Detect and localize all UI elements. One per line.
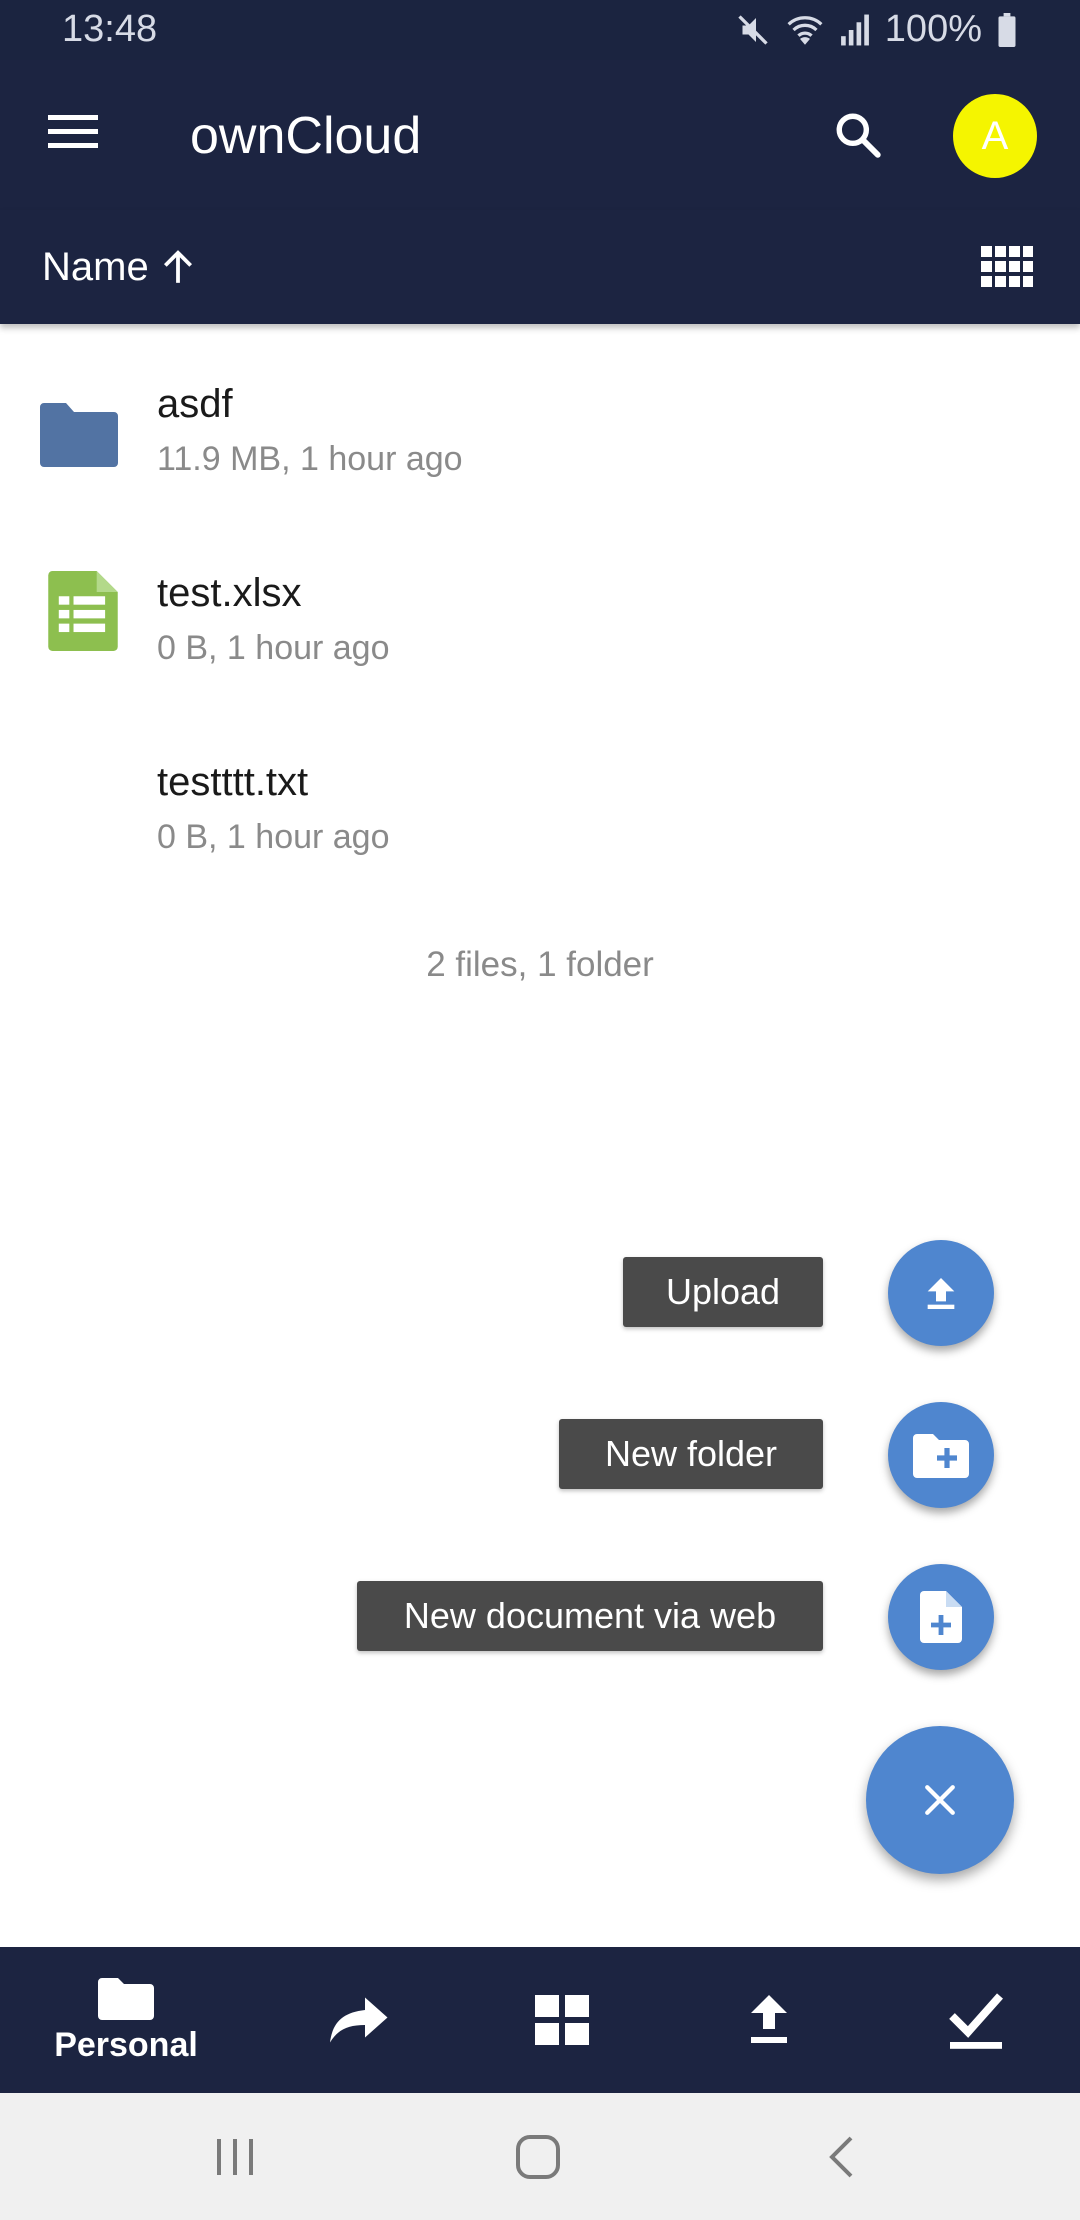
- app-title: ownCloud: [190, 107, 422, 165]
- dashboard-icon: [535, 1995, 589, 2045]
- home-button[interactable]: [478, 2093, 598, 2220]
- nav-available-offline[interactable]: [916, 1947, 1036, 2093]
- new-folder-label[interactable]: New folder: [559, 1419, 823, 1489]
- file-name: testttt.txt: [157, 760, 309, 804]
- bottom-nav: Personal: [0, 1947, 1080, 2093]
- file-meta: 11.9 MB, 1 hour ago: [157, 440, 463, 478]
- file-name: test.xlsx: [157, 571, 302, 615]
- wifi-icon: [785, 12, 825, 48]
- search-icon: [836, 113, 881, 158]
- system-nav-bar: [0, 2093, 1080, 2220]
- new-folder-button[interactable]: [888, 1402, 994, 1508]
- close-icon: [925, 1785, 955, 1815]
- file-meta: 0 B, 1 hour ago: [157, 818, 390, 856]
- share-icon: [330, 1997, 388, 2043]
- avatar[interactable]: A: [953, 94, 1037, 178]
- new-document-label[interactable]: New document via web: [357, 1581, 823, 1651]
- app-bar: ownCloud A: [0, 60, 1080, 210]
- file-name: asdf: [157, 382, 233, 426]
- signal-icon: [839, 13, 871, 47]
- menu-button[interactable]: [42, 100, 106, 164]
- folder-icon: [98, 1977, 154, 2020]
- back-button[interactable]: [781, 2093, 901, 2220]
- status-time: 13:48: [62, 8, 158, 50]
- new-document-button[interactable]: [888, 1564, 994, 1670]
- mute-icon: [735, 12, 771, 48]
- folder-icon: [40, 403, 118, 467]
- nav-spaces[interactable]: [502, 1947, 622, 2093]
- status-icons: 100%: [735, 8, 1018, 51]
- arrow-up-icon: [163, 250, 192, 283]
- spreadsheet-icon: [48, 571, 118, 651]
- sort-bar: Name: [0, 210, 1080, 324]
- sort-by-name-button[interactable]: Name: [42, 238, 197, 296]
- battery-icon: [996, 12, 1018, 47]
- avatar-letter: A: [981, 113, 1009, 158]
- upload-label[interactable]: Upload: [623, 1257, 823, 1327]
- check-icon: [949, 1993, 1003, 2049]
- file-meta: 0 B, 1 hour ago: [157, 629, 390, 667]
- back-icon: [829, 2136, 853, 2177]
- new-folder-icon: [913, 1434, 969, 1478]
- file-row-test-xlsx[interactable]: test.xlsx 0 B, 1 hour ago: [0, 519, 1080, 708]
- recent-apps-icon: [217, 2138, 253, 2175]
- search-button[interactable]: [825, 102, 891, 168]
- sort-label: Name: [42, 244, 149, 289]
- hamburger-menu-icon: [48, 115, 98, 148]
- recent-apps-button[interactable]: [175, 2093, 295, 2220]
- nav-personal[interactable]: Personal: [26, 1947, 226, 2093]
- file-summary: 2 files, 1 folder: [426, 945, 654, 984]
- battery-text: 100%: [884, 8, 982, 50]
- upload-icon: [927, 1278, 955, 1309]
- grid-view-icon: [981, 246, 1033, 287]
- new-document-icon: [920, 1591, 962, 1643]
- grid-view-button[interactable]: [980, 240, 1034, 294]
- nav-label: Personal: [54, 2025, 198, 2064]
- nav-uploads[interactable]: [709, 1947, 829, 2093]
- status-bar: 13:48 100%: [0, 0, 1080, 60]
- home-icon: [516, 2134, 560, 2179]
- nav-shared[interactable]: [300, 1947, 420, 2093]
- file-row-testttt-txt[interactable]: testttt.txt 0 B, 1 hour ago: [0, 708, 1080, 897]
- upload-icon: [751, 1995, 787, 2043]
- file-row-asdf[interactable]: asdf 11.9 MB, 1 hour ago: [0, 330, 1080, 519]
- close-fab-button[interactable]: [866, 1726, 1014, 1874]
- upload-button[interactable]: [888, 1240, 994, 1346]
